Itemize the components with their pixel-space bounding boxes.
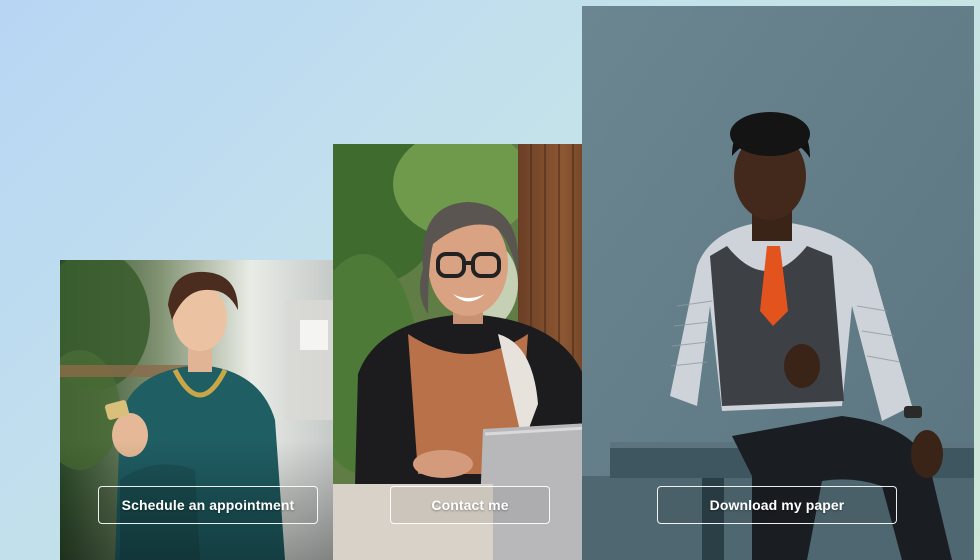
schedule-appointment-button[interactable]: Schedule an appointment [98,486,318,524]
card-download-paper: Download my paper [582,6,974,560]
man-in-vest-photo [582,6,974,560]
download-paper-button[interactable]: Download my paper [657,486,897,524]
card-contact-me: Contact me [333,144,608,560]
contact-me-button[interactable]: Contact me [390,486,550,524]
card-schedule-appointment: Schedule an appointment [60,260,333,560]
